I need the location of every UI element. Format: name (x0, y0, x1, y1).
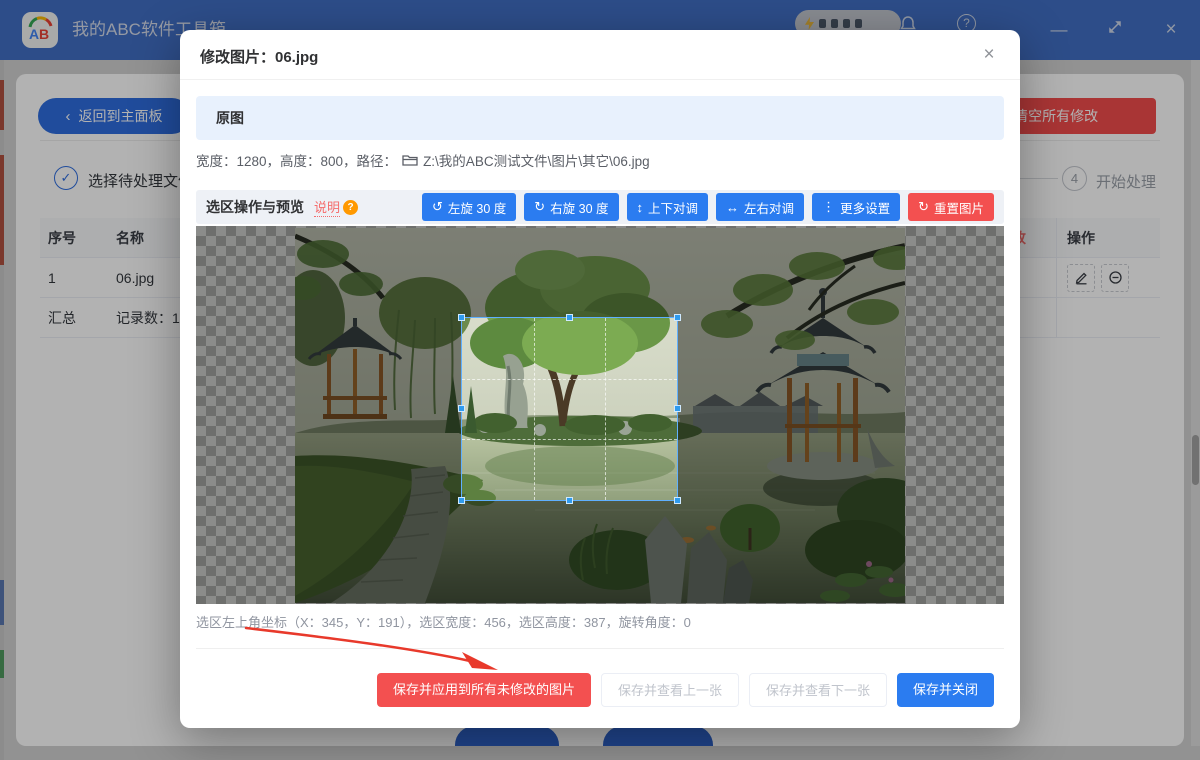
dialog-close-icon[interactable]: × (976, 42, 1002, 68)
selection-handle-ne[interactable] (674, 314, 681, 321)
selection-handle-e[interactable] (674, 405, 681, 412)
save-view-next-button[interactable]: 保存并查看下一张 (749, 673, 887, 707)
flip-vertical-icon: ↕ (637, 200, 644, 215)
help-link[interactable]: 说明 (314, 197, 340, 217)
rotate-cw-icon: ↻ (534, 199, 545, 215)
crop-selection-box[interactable] (461, 317, 678, 501)
rotate-ccw-icon: ↺ (432, 199, 443, 215)
selection-handle-sw[interactable] (458, 497, 465, 504)
rotate-right-button[interactable]: ↻右旋 30 度 (524, 193, 618, 221)
image-preview-canvas[interactable] (196, 226, 1004, 604)
rotate-left-button[interactable]: ↺左旋 30 度 (422, 193, 516, 221)
selection-handle-w[interactable] (458, 405, 465, 412)
reset-image-button[interactable]: ↻重置图片 (908, 193, 994, 221)
toolbar-title: 选区操作与预览 (206, 197, 304, 217)
grid-line (605, 318, 606, 500)
screen: A B 我的ABC软件工具箱 ? — × (0, 0, 1200, 760)
grid-line (462, 439, 677, 440)
flip-vertical-button[interactable]: ↕上下对调 (627, 193, 709, 221)
grid-line (534, 318, 535, 500)
annotation-arrow (236, 618, 506, 682)
dialog-header: 修改图片：06.jpg × (180, 30, 1020, 80)
selection-handle-nw[interactable] (458, 314, 465, 321)
grid-line (462, 379, 677, 380)
image-path-text: Z:\我的ABC测试文件\图片\其它\06.jpg (423, 150, 650, 170)
save-and-close-button[interactable]: 保存并关闭 (897, 673, 994, 707)
selection-handle-n[interactable] (566, 314, 573, 321)
flip-horizontal-button[interactable]: ↔左右对调 (716, 193, 804, 221)
reset-icon: ↻ (918, 199, 929, 215)
help-question-icon[interactable]: ? (343, 200, 358, 215)
more-dots-icon: ⋮ (822, 199, 835, 215)
image-dimensions-text: 宽度：1280，高度：800，路径： (196, 150, 397, 170)
selection-toolbar: 选区操作与预览 说明 ? ↺左旋 30 度 ↻右旋 30 度 ↕上下对调 ↔左右… (196, 190, 1004, 224)
dialog-title: 修改图片：06.jpg (200, 46, 318, 67)
save-view-previous-button[interactable]: 保存并查看上一张 (601, 673, 739, 707)
folder-icon (402, 153, 418, 167)
flip-horizontal-icon: ↔ (726, 200, 739, 215)
selection-handle-s[interactable] (566, 497, 573, 504)
edit-image-dialog: 修改图片：06.jpg × 原图 宽度：1280，高度：800，路径： Z:\我… (180, 30, 1020, 728)
image-info-line: 宽度：1280，高度：800，路径： Z:\我的ABC测试文件\图片\其它\06… (196, 150, 650, 170)
selection-handle-se[interactable] (674, 497, 681, 504)
more-settings-button[interactable]: ⋮更多设置 (812, 193, 900, 221)
original-image-banner: 原图 (196, 96, 1004, 140)
